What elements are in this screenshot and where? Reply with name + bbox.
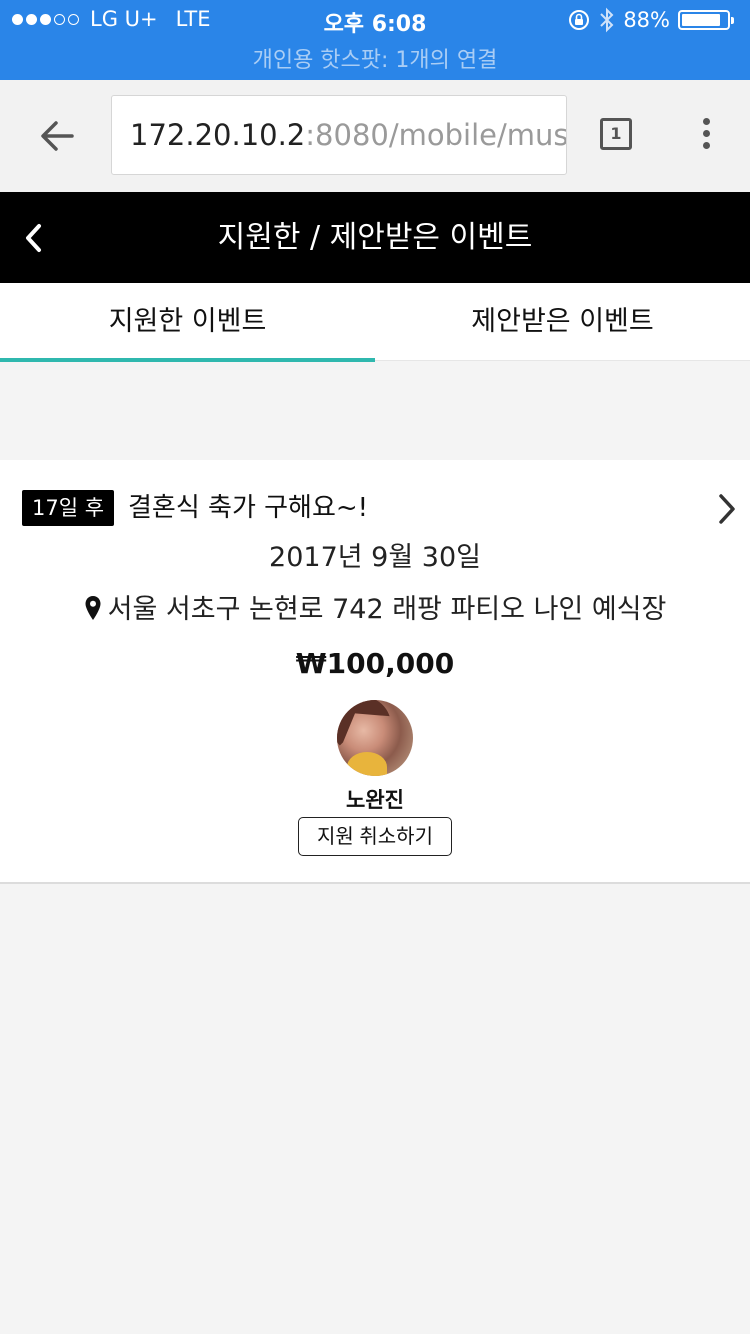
page-header: 지원한 / 제안받은 이벤트: [0, 192, 750, 283]
chevron-right-icon[interactable]: [716, 492, 738, 526]
browser-toolbar: 172.20.10.2:8080/mobile/mus 1: [0, 80, 750, 192]
tab-offered-events[interactable]: 제안받은 이벤트: [375, 283, 750, 361]
status-bar: LG U+ LTE 오후 6:08 88% 개인용 핫스팟: 1개의 연결: [0, 0, 750, 80]
tab-applied-events[interactable]: 지원한 이벤트: [0, 283, 375, 362]
cancel-application-button[interactable]: 지원 취소하기: [298, 817, 452, 856]
applicant-name: 노완진: [346, 788, 404, 812]
page-back-chevron-icon[interactable]: [20, 220, 50, 256]
battery-icon: [678, 10, 734, 30]
status-right: 88%: [559, 7, 736, 33]
more-options-icon[interactable]: [700, 118, 712, 154]
avatar[interactable]: [337, 700, 413, 776]
bluetooth-icon: [600, 7, 614, 33]
rotation-lock-icon: [569, 10, 590, 30]
event-date: 2017년 9월 30일: [269, 542, 481, 573]
url-host: 172.20.10.2: [130, 118, 306, 152]
days-until-badge: 17일 후: [22, 490, 115, 526]
address-bar[interactable]: 172.20.10.2:8080/mobile/mus: [111, 95, 567, 175]
map-pin-icon: [85, 596, 101, 620]
url-path: :8080/mobile/mus: [305, 118, 567, 152]
event-price: ₩100,000: [295, 647, 455, 680]
event-location-text: 서울 서초구 논현로 742 래팡 파티오 나인 예식장: [107, 594, 667, 625]
hotspot-banner[interactable]: 개인용 핫스팟: 1개의 연결: [0, 42, 750, 74]
event-tabs: 지원한 이벤트 제안받은 이벤트: [0, 283, 750, 362]
battery-percent: 88%: [623, 8, 670, 32]
event-location: 서울 서초구 논현로 742 래팡 파티오 나인 예식장: [0, 590, 750, 630]
event-card[interactable]: 17일 후 결혼식 축가 구해요~! 2017년 9월 30일 서울 서초구 논…: [0, 460, 750, 884]
event-title: 결혼식 축가 구해요~!: [128, 493, 369, 523]
tab-switcher-button[interactable]: 1: [600, 118, 632, 150]
page-title: 지원한 / 제안받은 이벤트: [217, 220, 533, 255]
browser-back-arrow-icon[interactable]: [36, 114, 80, 158]
